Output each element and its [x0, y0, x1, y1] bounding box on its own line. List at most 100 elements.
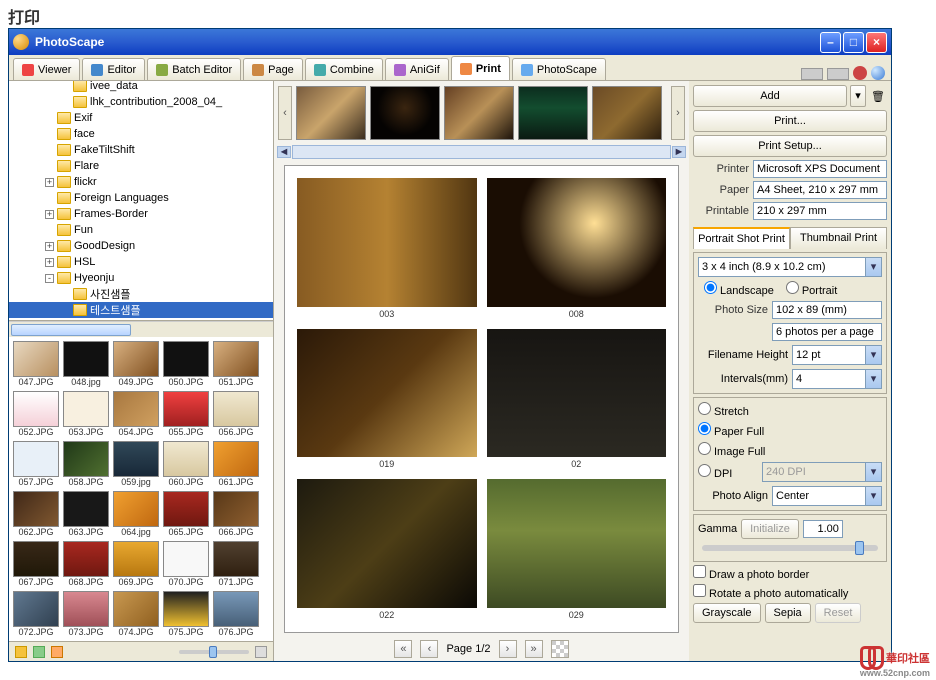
tree-item[interactable]: +GoodDesign: [9, 238, 273, 254]
tree-item[interactable]: lhk_contribution_2008_04_: [9, 94, 273, 110]
folder-icon[interactable]: [15, 646, 27, 658]
thumb-item[interactable]: 048.jpg: [63, 341, 109, 387]
tree-item[interactable]: +flickr: [9, 174, 273, 190]
titlebar[interactable]: PhotoScape – □ ×: [9, 29, 891, 55]
expand-icon[interactable]: +: [45, 242, 54, 251]
tree-item[interactable]: 테스트샘플: [9, 302, 273, 318]
thumb-item[interactable]: 055.JPG: [163, 391, 209, 437]
tab-viewer[interactable]: Viewer: [13, 58, 80, 80]
thumb-item[interactable]: 064.jpg: [113, 491, 159, 537]
tree-item[interactable]: 사진샘플: [9, 286, 273, 302]
refresh-icon[interactable]: [33, 646, 45, 658]
expand-icon[interactable]: +: [45, 210, 54, 219]
tree-item[interactable]: FakeTiltShift: [9, 142, 273, 158]
sepia-button[interactable]: Sepia: [765, 603, 811, 623]
star-icon[interactable]: [51, 646, 63, 658]
preview-cell[interactable]: 019: [297, 329, 477, 470]
page-prev[interactable]: ‹: [420, 640, 438, 658]
tab-page[interactable]: Page: [243, 58, 303, 80]
tree-item[interactable]: Exif: [9, 110, 273, 126]
thumb-item[interactable]: 075.JPG: [163, 591, 209, 637]
gamma-init-button[interactable]: Initialize: [741, 519, 799, 539]
thumb-item[interactable]: 074.JPG: [113, 591, 159, 637]
expand-icon[interactable]: +: [45, 178, 54, 187]
orientation-landscape[interactable]: Landscape: [704, 281, 774, 297]
transparency-toggle[interactable]: [551, 640, 569, 658]
tab-thumbnail-print[interactable]: Thumbnail Print: [790, 227, 887, 249]
tab-combine[interactable]: Combine: [305, 58, 383, 80]
strip-item[interactable]: [592, 86, 662, 140]
preview-cell[interactable]: 003: [297, 178, 477, 319]
thumb-item[interactable]: 051.JPG: [213, 341, 259, 387]
close-button[interactable]: ×: [866, 32, 887, 53]
maximize-button[interactable]: □: [843, 32, 864, 53]
minimize-button[interactable]: –: [820, 32, 841, 53]
tree-item[interactable]: Foreign Languages: [9, 190, 273, 206]
tab-editor[interactable]: Editor: [82, 58, 145, 80]
strip-item[interactable]: [518, 86, 588, 140]
thumbnail-grid[interactable]: 047.JPG048.jpg049.JPG050.JPG051.JPG052.J…: [9, 337, 273, 641]
strip-item[interactable]: [444, 86, 514, 140]
thumb-item[interactable]: 060.JPG: [163, 441, 209, 487]
thumb-item[interactable]: 054.JPG: [113, 391, 159, 437]
collapse-icon[interactable]: -: [45, 274, 54, 283]
globe-icon[interactable]: [871, 66, 885, 80]
align-combo[interactable]: Center▾: [772, 486, 882, 506]
tree-item[interactable]: +Frames-Border: [9, 206, 273, 222]
expand-icon[interactable]: +: [45, 258, 54, 267]
thumb-item[interactable]: 058.JPG: [63, 441, 109, 487]
print-setup-button[interactable]: Print Setup...: [693, 135, 887, 157]
fit-paper-full[interactable]: Paper Full: [698, 422, 882, 438]
grid-icon[interactable]: [255, 646, 267, 658]
thumb-item[interactable]: 076.JPG: [213, 591, 259, 637]
tab-batch-editor[interactable]: Batch Editor: [147, 58, 241, 80]
thumb-item[interactable]: 052.JPG: [13, 391, 59, 437]
tree-item[interactable]: +HSL: [9, 254, 273, 270]
tree-item[interactable]: Flare: [9, 158, 273, 174]
thumb-item[interactable]: 073.JPG: [63, 591, 109, 637]
preview-cell[interactable]: 022: [297, 479, 477, 620]
tab-photoscape[interactable]: PhotoScape: [512, 58, 606, 80]
fit-dpi[interactable]: DPI: [698, 464, 758, 480]
preview-cell[interactable]: 02: [487, 329, 667, 470]
fit-image-full[interactable]: Image Full: [698, 442, 882, 458]
thumb-item[interactable]: 050.JPG: [163, 341, 209, 387]
tree-item[interactable]: Fun: [9, 222, 273, 238]
tree-scrollbar[interactable]: [9, 321, 273, 337]
tree-item[interactable]: ivee_data: [9, 81, 273, 94]
strip-scrollbar[interactable]: ◄►: [292, 145, 671, 159]
size-combo[interactable]: 3 x 4 inch (8.9 x 10.2 cm)▾: [698, 257, 882, 277]
filename-height-combo[interactable]: 12 pt▾: [792, 345, 882, 365]
thumb-item[interactable]: 059.jpg: [113, 441, 159, 487]
preview-cell[interactable]: 008: [487, 178, 667, 319]
thumb-item[interactable]: 057.JPG: [13, 441, 59, 487]
thumb-item[interactable]: 072.JPG: [13, 591, 59, 637]
page-last[interactable]: »: [525, 640, 543, 658]
trash-icon[interactable]: 🗑: [869, 85, 887, 107]
strip-next[interactable]: ›: [671, 86, 685, 140]
reset-button[interactable]: Reset: [815, 603, 862, 623]
strip-item[interactable]: [296, 86, 366, 140]
thumb-item[interactable]: 067.JPG: [13, 541, 59, 587]
gamma-slider[interactable]: [702, 545, 878, 551]
thumb-item[interactable]: 053.JPG: [63, 391, 109, 437]
page-next[interactable]: ›: [499, 640, 517, 658]
grayscale-button[interactable]: Grayscale: [693, 603, 761, 623]
intervals-combo[interactable]: 4▾: [792, 369, 882, 389]
strip-item[interactable]: [370, 86, 440, 140]
thumb-size-slider[interactable]: [179, 650, 249, 654]
thumb-item[interactable]: 071.JPG: [213, 541, 259, 587]
preview-cell[interactable]: 029: [487, 479, 667, 620]
thumb-item[interactable]: 056.JPG: [213, 391, 259, 437]
orientation-portrait[interactable]: Portrait: [786, 281, 837, 297]
record-icon[interactable]: [853, 66, 867, 80]
tab-anigif[interactable]: AniGif: [385, 58, 449, 80]
fit-stretch[interactable]: Stretch: [698, 402, 882, 418]
folder-tree[interactable]: AAAivee_datalhk_contribution_2008_04_Exi…: [9, 81, 273, 321]
tree-item[interactable]: face: [9, 126, 273, 142]
strip-prev[interactable]: ‹: [278, 86, 292, 140]
thumb-item[interactable]: 062.JPG: [13, 491, 59, 537]
tab-print[interactable]: Print: [451, 56, 510, 80]
tab-portrait-shot[interactable]: Portrait Shot Print: [693, 227, 790, 249]
add-button[interactable]: Add: [693, 85, 847, 107]
